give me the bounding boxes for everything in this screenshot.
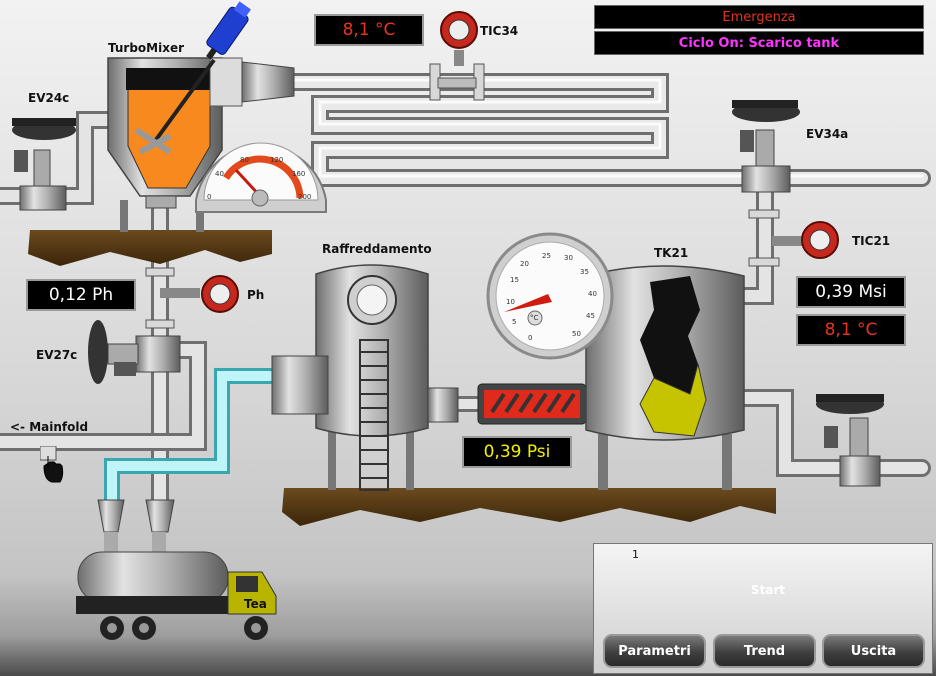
truck-label: Tea [244, 597, 267, 611]
ev27c-label: EV27c [36, 348, 78, 362]
cycle-status-message: Ciclo On: Scarico tank [594, 31, 924, 55]
ground-right [282, 488, 776, 526]
tank-gauge-tick: 30 [564, 254, 573, 262]
transmitter-tic21 [772, 221, 839, 259]
ph-readout: 0,12 Ph [26, 279, 136, 311]
emergency-stop-button[interactable] [842, 554, 906, 618]
screw-pump [427, 383, 587, 425]
mainfold-pointer-icon[interactable] [39, 445, 66, 484]
mixer-gauge-tick: 0 [207, 193, 212, 201]
mainfold-label: <- Mainfold [10, 420, 89, 434]
tank-gauge-tick: 50 [572, 330, 581, 338]
raffreddamento-tank [271, 264, 429, 491]
tic21-label: TIC21 [852, 234, 891, 248]
ph-label: Ph [247, 288, 265, 302]
mixer-gauge-tick: 40 [215, 170, 224, 178]
mixer-gauge-tick: 160 [292, 170, 306, 178]
mixer-gauge-tick: 80 [240, 156, 249, 164]
start-button[interactable]: Start [743, 565, 793, 615]
ev34a-label: EV34a [806, 127, 849, 141]
tic34-temperature-readout: 8,1 °C [314, 14, 424, 46]
uscita-button[interactable]: Uscita [822, 634, 925, 668]
tank-gauge-tick: 25 [542, 252, 551, 260]
ground-left [28, 230, 272, 266]
mode-selector-switch[interactable] [632, 558, 700, 622]
ev24c-label: EV24c [28, 91, 70, 105]
tank-gauge-tick: 10 [506, 298, 515, 306]
tank-gauge-tick: 45 [586, 312, 595, 320]
tk21-temperature-readout: 8,1 °C [796, 314, 906, 346]
start-button-label: Start [750, 583, 786, 597]
tank-gauge-tick: 40 [588, 290, 597, 298]
tanker-truck [76, 551, 277, 640]
mixer-gauge-tick: 200 [298, 193, 312, 201]
tk21-label: TK21 [654, 246, 689, 260]
tk21-msi-readout: 0,39 Msi [796, 276, 906, 308]
tank-gauge-tick: 20 [520, 260, 529, 268]
raffreddamento-label: Raffreddamento [322, 242, 432, 256]
transmitter-tic34 [440, 11, 478, 66]
transmitter-ph [160, 275, 239, 313]
parametri-button[interactable]: Parametri [603, 634, 706, 668]
tank-gauge-tick: 5 [512, 318, 517, 326]
emergency-message: Emergenza [594, 5, 924, 29]
tank-gauge-tick: 15 [510, 276, 519, 284]
mixer-gauge-tick: 120 [270, 156, 284, 164]
valve-ev24c [12, 118, 76, 211]
valve-ev34a [732, 100, 800, 193]
trend-button[interactable]: Trend [713, 634, 816, 668]
pump-pressure-readout: 0,39 Psi [462, 436, 572, 468]
turbomixer-label: TurboMixer [108, 41, 185, 55]
loading-hoppers [97, 499, 175, 552]
tank-gauge-tick: 0 [528, 334, 533, 342]
tank-gauge-tick: 35 [580, 268, 589, 276]
tic34-label: TIC34 [480, 24, 519, 38]
tank-gauge-unit: °C [530, 314, 539, 322]
